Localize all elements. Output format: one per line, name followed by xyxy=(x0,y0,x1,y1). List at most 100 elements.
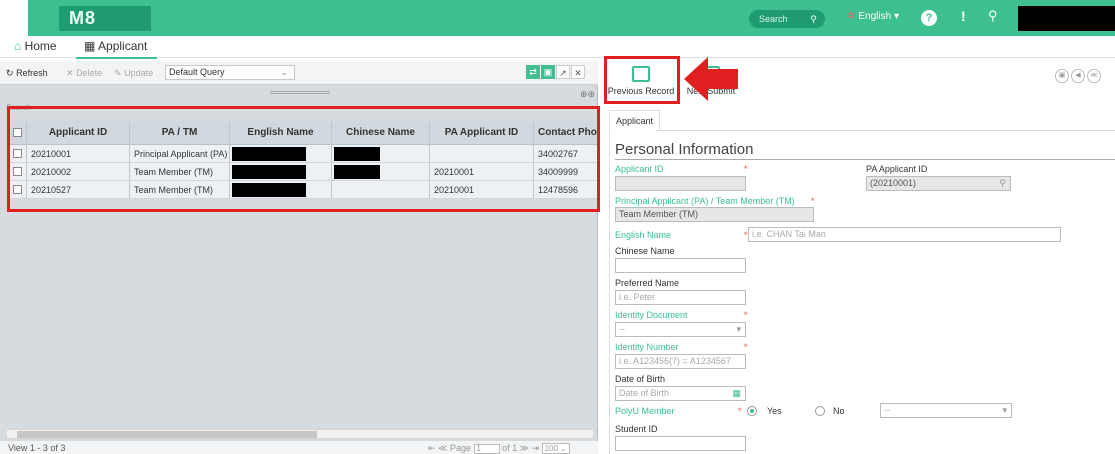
refresh-icon: ↻ xyxy=(6,68,14,78)
required-marker: * xyxy=(744,164,748,174)
select-all-checkbox[interactable] xyxy=(9,121,27,144)
applicant-id-field[interactable] xyxy=(615,176,746,191)
collapse-icon[interactable]: ⊕⊕ xyxy=(580,89,595,100)
nav-tabs: ⌂ Home ▦ Applicant xyxy=(0,36,1115,59)
dob-input[interactable]: Date of Birth ▦ xyxy=(615,386,746,401)
preferred-name-label: Preferred Name xyxy=(615,278,680,288)
row-checkbox[interactable] xyxy=(9,163,27,180)
checkbox-icon xyxy=(13,149,22,158)
chinese-name-input[interactable] xyxy=(615,258,746,273)
language-selector[interactable]: ✡ English ▾ xyxy=(847,11,899,22)
page-size-select[interactable]: 100 ⌄ xyxy=(541,443,570,454)
cell-contact-phone: 12478596 xyxy=(534,181,599,198)
search-icon[interactable]: ⚲ xyxy=(999,177,1006,190)
grid-panel: ↻ Refresh ✕ Delete ✎ Update Default Quer… xyxy=(0,61,599,454)
pager-view-count: View 1 - 3 of 3 xyxy=(8,443,66,453)
flag-icon: ✡ xyxy=(847,11,856,22)
close-icon[interactable]: ✕ xyxy=(571,65,585,79)
applicant-id-label: Applicant ID xyxy=(615,164,664,174)
row-checkbox[interactable] xyxy=(9,181,27,198)
cell-pa-tm: Principal Applicant (PA) xyxy=(130,145,230,162)
first-page-icon[interactable]: ⇤ xyxy=(428,443,436,453)
table-row[interactable]: 20210002 Team Member (TM) 20210001 34009… xyxy=(9,163,599,181)
polyu-member-label: PolyU Member xyxy=(615,406,675,416)
tab-applicant-form[interactable]: Applicant xyxy=(609,110,661,131)
help-icon[interactable]: ? xyxy=(921,10,937,26)
polyu-member-select[interactable]: -- ▾ xyxy=(880,403,1012,418)
pa-applicant-id-label: PA Applicant ID xyxy=(866,164,928,174)
logo-area xyxy=(0,0,28,36)
identity-number-input[interactable]: i.e. A123456(7) = A1234567 xyxy=(615,354,746,369)
pa-tm-label: Principal Applicant (PA) / Team Member (… xyxy=(615,196,795,206)
home-icon: ⌂ xyxy=(14,39,22,53)
col-chinese-name[interactable]: Chinese Name xyxy=(332,121,430,144)
cell-chinese-name-redacted xyxy=(332,145,430,162)
identity-document-select[interactable]: -- ▾ xyxy=(615,322,746,337)
polyu-select-value: -- xyxy=(884,405,890,415)
cell-pa-applicant-id: 20210001 xyxy=(430,163,534,180)
cell-chinese-name xyxy=(332,181,430,198)
applicant-icon: ▦ xyxy=(84,39,96,53)
cell-pa-applicant-id xyxy=(430,145,534,162)
identity-number-label: Identity Number xyxy=(615,342,679,352)
col-pa-applicant-id[interactable]: PA Applicant ID xyxy=(430,121,534,144)
cell-pa-tm: Team Member (TM) xyxy=(130,181,230,198)
table-row[interactable]: 20210001 Principal Applicant (PA) 340027… xyxy=(9,145,599,163)
english-name-input[interactable]: i.e. CHAN Tai Man xyxy=(748,227,1061,242)
page-of: of 1 xyxy=(502,443,518,453)
expand-icon[interactable]: ↗ xyxy=(556,65,570,79)
pin-icon[interactable]: ▣ xyxy=(541,65,555,79)
swap-icon[interactable]: ⇄ xyxy=(526,65,540,79)
pa-tm-field[interactable]: Team Member (TM) xyxy=(615,207,814,222)
app-logo[interactable]: M8 xyxy=(59,6,151,31)
row-checkbox[interactable] xyxy=(9,145,27,162)
pa-applicant-id-value: (20210001) xyxy=(870,178,917,188)
next-page-icon[interactable]: ≫ xyxy=(520,443,529,453)
first-record-icon[interactable]: ◀ xyxy=(1071,69,1085,83)
dob-placeholder: Date of Birth xyxy=(619,388,670,398)
identity-document-value: -- xyxy=(619,324,625,334)
last-page-icon[interactable]: ⇥ xyxy=(532,443,540,453)
query-select[interactable]: Default Query ⌄ xyxy=(165,65,295,80)
col-english-name[interactable]: English Name xyxy=(230,121,332,144)
alert-icon[interactable]: ! xyxy=(961,8,966,24)
col-applicant-id[interactable]: Applicant ID xyxy=(27,121,130,144)
calendar-icon[interactable]: ▦ xyxy=(732,387,741,400)
chinese-name-label: Chinese Name xyxy=(615,246,675,256)
prev-record-icon[interactable]: ≪ xyxy=(1087,69,1101,83)
search-icon[interactable]: ⚲ xyxy=(810,10,817,28)
chevron-down-icon: ▾ xyxy=(736,324,741,334)
global-search-input[interactable]: Search ⚲ xyxy=(749,10,825,28)
polyu-no-radio[interactable] xyxy=(815,406,825,416)
update-icon: ✎ xyxy=(114,68,122,78)
page-size-value: 100 xyxy=(544,444,558,453)
delete-button[interactable]: ✕ Delete xyxy=(66,66,102,80)
record-icon-circle[interactable]: ▣ xyxy=(1055,69,1069,83)
polyu-no-label: No xyxy=(833,406,845,416)
section-title: Personal Information xyxy=(615,141,754,158)
page-input[interactable]: 1 xyxy=(473,443,500,454)
user-account-redacted[interactable] xyxy=(1018,6,1115,31)
table-row[interactable]: 20210527 Team Member (TM) 20210001 12478… xyxy=(9,181,599,199)
required-marker: * xyxy=(744,310,748,320)
prev-page-icon[interactable]: ≪ xyxy=(438,443,447,453)
key-icon[interactable]: ⚲ xyxy=(988,8,998,24)
scrollbar-thumb[interactable] xyxy=(17,431,317,438)
preferred-name-input[interactable]: i.e. Peter xyxy=(615,290,746,305)
cell-contact-phone: 34009999 xyxy=(534,163,599,180)
pager-nav: ⇤ ≪ Page 1 of 1 ≫ ⇥ 100 ⌄ xyxy=(428,443,570,454)
tab-applicant[interactable]: ▦ Applicant xyxy=(75,39,158,59)
required-marker: * xyxy=(811,196,815,206)
update-button[interactable]: ✎ Update xyxy=(114,66,153,80)
col-pa-tm[interactable]: PA / TM xyxy=(130,121,230,144)
grid-header-row: Applicant ID PA / TM English Name Chines… xyxy=(9,121,599,145)
student-id-input[interactable] xyxy=(615,436,746,451)
pa-applicant-id-field[interactable]: (20210001) ⚲ xyxy=(866,176,1011,191)
dob-label: Date of Birth xyxy=(615,374,666,384)
col-contact-phone[interactable]: Contact Phone xyxy=(534,121,599,144)
refresh-button[interactable]: ↻ Refresh xyxy=(6,66,48,80)
panel-splitter[interactable] xyxy=(270,91,330,94)
polyu-yes-radio[interactable] xyxy=(747,406,757,416)
horizontal-scrollbar[interactable] xyxy=(6,429,594,439)
tab-home[interactable]: ⌂ Home xyxy=(14,39,57,53)
